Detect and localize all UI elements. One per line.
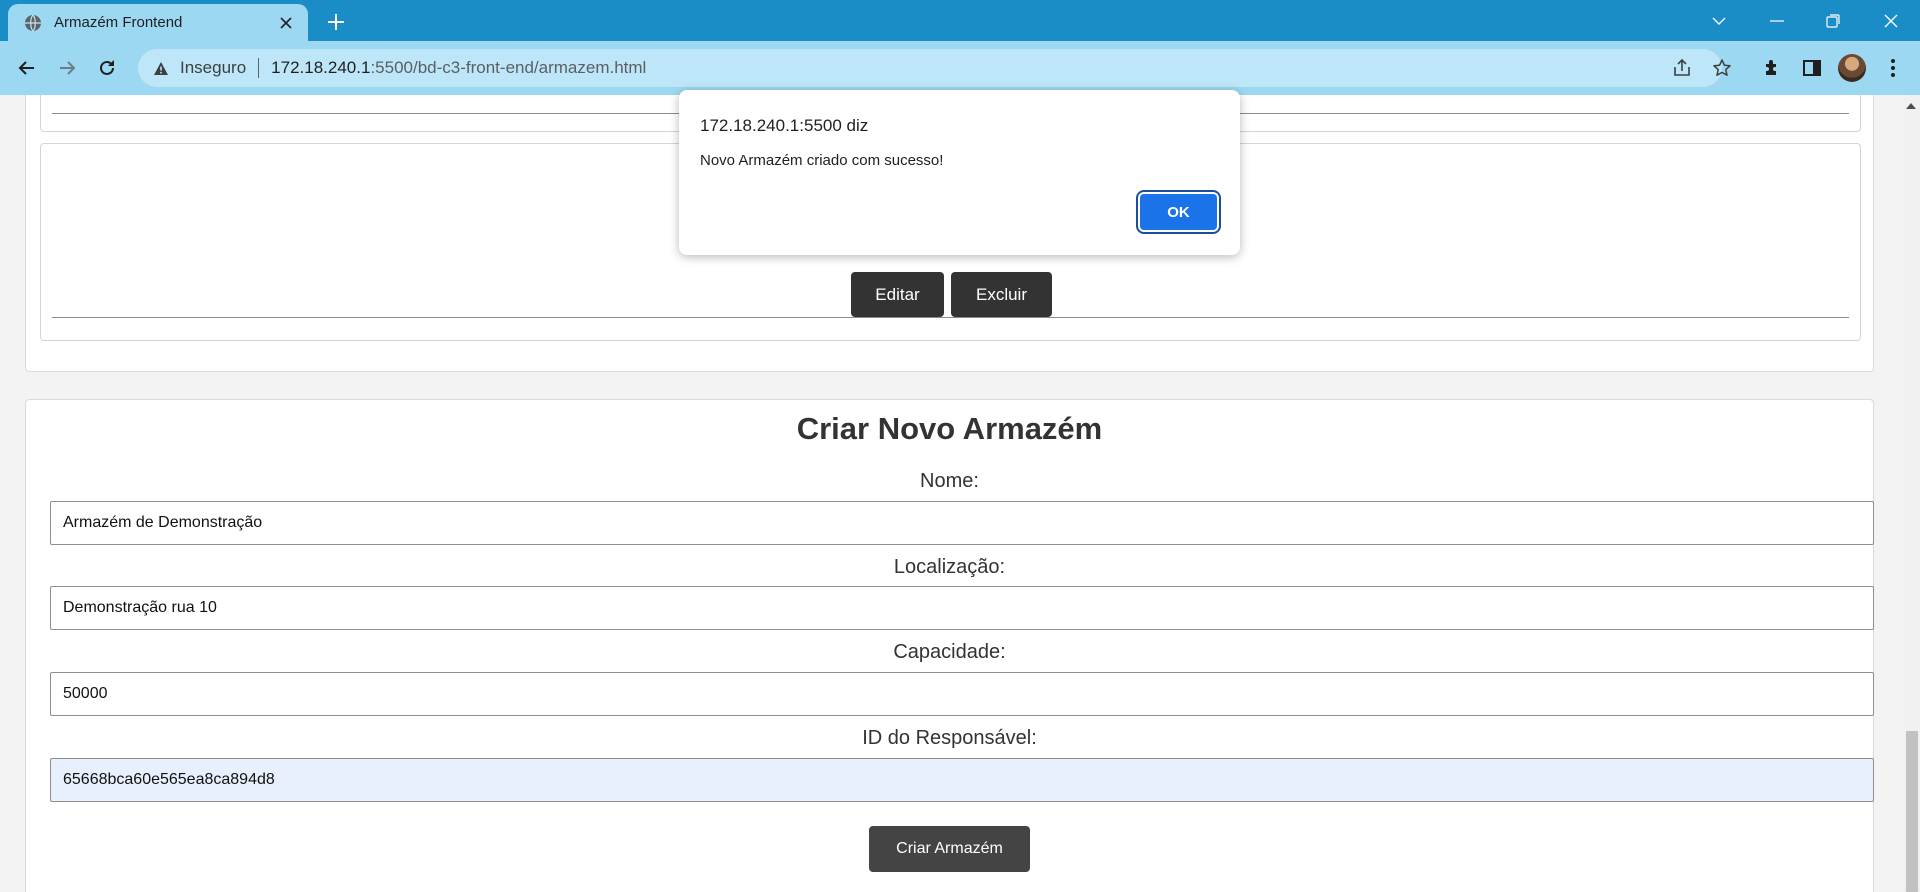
extensions-icon[interactable] xyxy=(1757,53,1787,83)
scrollbar-thumb[interactable] xyxy=(1906,731,1918,892)
menu-kebab-icon[interactable] xyxy=(1878,53,1908,83)
dialog-message: Novo Armazém criado com sucesso! xyxy=(700,152,944,169)
alert-dialog: 172.18.240.1:5500 diz Novo Armazém criad… xyxy=(679,90,1240,255)
card-divider xyxy=(52,317,1849,318)
tab-title: Armazém Frontend xyxy=(54,14,183,31)
criar-armazem-button[interactable]: Criar Armazém xyxy=(869,826,1030,872)
browser-tab[interactable]: Armazém Frontend xyxy=(8,4,308,41)
field-label-localizacao: Localização: xyxy=(893,556,1006,578)
url-text[interactable]: 172.18.240.1:5500/bd-c3-front-end/armaze… xyxy=(271,58,646,78)
form-title: Criar Novo Armazém xyxy=(796,411,1103,446)
close-window-button[interactable] xyxy=(1866,0,1916,41)
url-host: 172.18.240.1 xyxy=(271,58,371,77)
tab-search-icon[interactable] xyxy=(1694,0,1744,41)
omnibox-divider xyxy=(258,58,260,78)
globe-icon xyxy=(24,14,42,32)
security-label[interactable]: Inseguro xyxy=(180,58,246,78)
tab-strip: Armazém Frontend xyxy=(0,0,1920,41)
back-icon[interactable] xyxy=(12,53,42,83)
tab-close-icon[interactable] xyxy=(276,13,296,33)
address-bar[interactable]: Inseguro 172.18.240.1:5500/bd-c3-front-e… xyxy=(138,49,1731,87)
localizacao-input[interactable]: Demonstração rua 10 xyxy=(50,586,1874,630)
capacidade-input[interactable]: 50000 xyxy=(50,672,1874,716)
bookmark-star-icon[interactable] xyxy=(1712,58,1732,78)
url-path: :5500/bd-c3-front-end/armazem.html xyxy=(370,58,647,77)
profile-avatar[interactable] xyxy=(1838,54,1866,82)
responsavel-id-input[interactable]: 65668bca60e565ea8ca894d8 xyxy=(50,758,1874,802)
new-tab-button[interactable] xyxy=(322,8,350,36)
edit-button[interactable]: Editar xyxy=(851,272,944,317)
field-label-responsavel: ID do Responsável: xyxy=(862,727,1037,749)
side-panel-icon[interactable] xyxy=(1797,53,1827,83)
browser-toolbar: Inseguro 172.18.240.1:5500/bd-c3-front-e… xyxy=(0,41,1920,95)
delete-button[interactable]: Excluir xyxy=(951,272,1052,317)
dialog-title: 172.18.240.1:5500 diz xyxy=(700,116,869,135)
field-label-nome: Nome: xyxy=(920,470,979,492)
restore-button[interactable] xyxy=(1808,0,1858,41)
nome-input[interactable]: Armazém de Demonstração xyxy=(50,501,1874,545)
dialog-ok-button[interactable]: OK xyxy=(1140,194,1217,230)
field-label-capacidade: Capacidade: xyxy=(893,641,1006,663)
forward-icon[interactable] xyxy=(52,53,82,83)
warning-icon[interactable] xyxy=(150,61,172,76)
minimize-button[interactable] xyxy=(1752,0,1802,41)
scroll-up-arrow-icon[interactable] xyxy=(1906,103,1916,109)
reload-icon[interactable] xyxy=(92,53,122,83)
share-icon[interactable] xyxy=(1672,58,1692,78)
